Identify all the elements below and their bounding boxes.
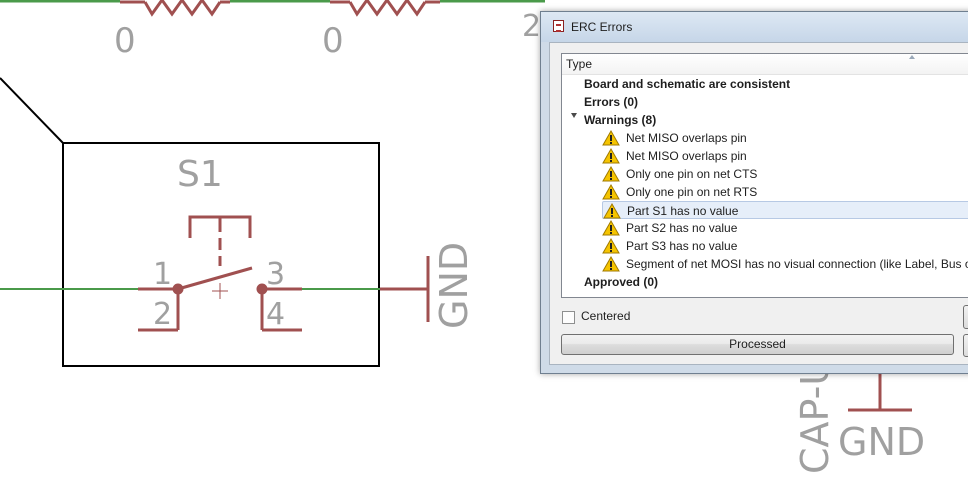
tree-group-row[interactable]: Warnings (8) — [584, 111, 656, 129]
column-type-label: Type — [566, 57, 593, 71]
pin-label-1: 1 — [153, 257, 172, 292]
warning-row[interactable]: Net MISO overlaps pin — [602, 129, 968, 147]
gnd-label-bottom: GND — [838, 420, 925, 464]
warning-icon — [602, 184, 620, 200]
warning-row[interactable]: Only one pin on net CTS — [602, 165, 968, 183]
tree-column-header[interactable]: Type — [562, 54, 968, 75]
warning-row[interactable]: Net MISO overlaps pin — [602, 147, 968, 165]
processed-button[interactable]: Processed — [561, 334, 954, 355]
tree-group-row[interactable]: Errors (0) — [584, 93, 638, 111]
warning-icon — [602, 220, 620, 236]
erc-tree-view[interactable]: Type Board and schematic are consistent E… — [561, 53, 968, 298]
side-button-lower[interactable] — [963, 334, 968, 357]
side-button-upper[interactable] — [963, 305, 968, 329]
pin-label-4: 4 — [266, 297, 285, 332]
centered-label: Centered — [581, 309, 631, 323]
warning-icon — [603, 203, 621, 219]
dialog-client-area: Type Board and schematic are consistent E… — [549, 42, 968, 365]
collapse-arrow-icon[interactable] — [571, 113, 577, 118]
sort-ascending-icon — [909, 55, 915, 59]
cap-label-vertical: CAP-U — [793, 358, 837, 474]
warning-row[interactable]: Only one pin on net RTS — [602, 183, 968, 201]
warning-row-label: Net MISO overlaps pin — [626, 149, 747, 163]
centered-checkbox[interactable] — [562, 311, 575, 324]
warning-row[interactable]: Segment of net MOSI has no visual connec… — [602, 255, 968, 273]
tree-group-row[interactable]: Approved (0) — [584, 273, 658, 291]
warning-row-label: Net MISO overlaps pin — [626, 131, 747, 145]
warning-row[interactable]: Part S1 has no value — [602, 201, 968, 219]
warning-row-label: Part S3 has no value — [626, 239, 738, 253]
warning-row-label: Segment of net MOSI has no visual connec… — [626, 257, 968, 271]
gnd-symbol-a[interactable] — [380, 256, 430, 322]
warning-row-label: Only one pin on net RTS — [626, 185, 758, 199]
resistor-value-b: 0 — [322, 21, 344, 61]
resistor-value-a: 0 — [114, 21, 136, 61]
tree-group-row[interactable]: Board and schematic are consistent — [584, 75, 790, 93]
leader-line — [0, 77, 64, 144]
app-icon — [553, 20, 564, 32]
resistor-r-a[interactable] — [120, 0, 230, 17]
warning-icon — [602, 256, 620, 272]
warning-row[interactable]: Part S2 has no value — [602, 219, 968, 237]
warning-icon — [602, 130, 620, 146]
warning-icon — [602, 238, 620, 254]
warning-row-label: Only one pin on net CTS — [626, 167, 758, 181]
partial-value-label: 2 — [522, 9, 541, 44]
warning-icon — [602, 166, 620, 182]
gnd-symbol-b[interactable] — [848, 374, 912, 412]
pin-label-3: 3 — [266, 257, 285, 292]
dialog-titlebar[interactable]: ERC Errors — [541, 12, 968, 42]
pin-label-2: 2 — [153, 297, 172, 332]
resistor-r-b[interactable] — [330, 0, 440, 17]
switch-name: S1 — [177, 154, 223, 195]
erc-errors-dialog[interactable]: ERC Errors Type Board and schematic are … — [540, 11, 968, 374]
dialog-title: ERC Errors — [571, 20, 633, 34]
warning-row-label: Part S2 has no value — [626, 221, 738, 235]
origin-cross — [212, 283, 228, 299]
warning-row-label: Part S1 has no value — [627, 204, 739, 218]
warning-row[interactable]: Part S3 has no value — [602, 237, 968, 255]
gnd-label-vertical: GND — [432, 242, 476, 329]
warning-icon — [602, 148, 620, 164]
